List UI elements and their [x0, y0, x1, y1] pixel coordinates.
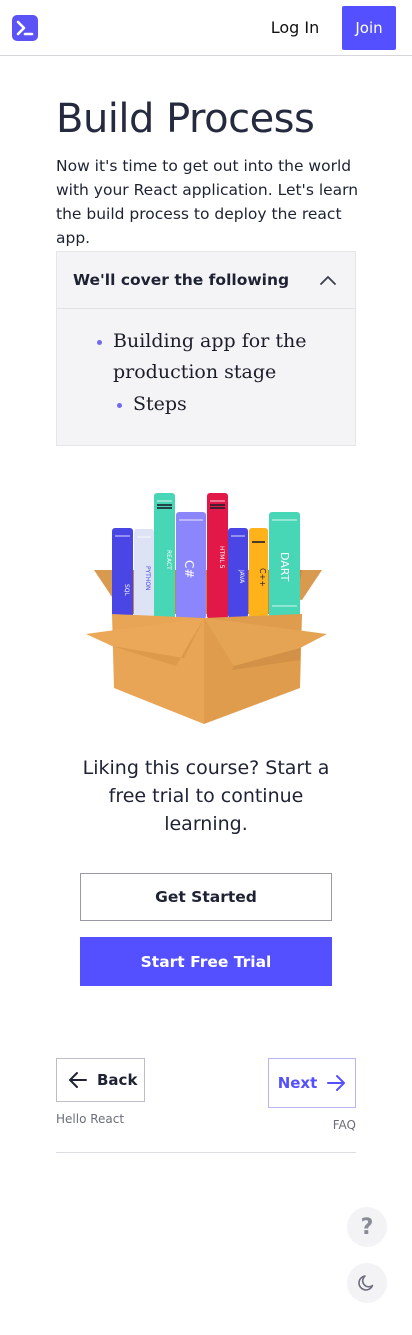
- book-label-sql: SQL: [123, 584, 130, 597]
- book-label-html5: HTML 5: [218, 546, 225, 569]
- book-label-react: REACT: [165, 550, 172, 570]
- book-label-dart: DART: [278, 552, 291, 582]
- back-button-label: Back: [97, 1071, 138, 1089]
- lesson-intro: Now it's time to get out into the world …: [56, 157, 359, 247]
- terminal-icon[interactable]: [12, 15, 38, 41]
- books-in-box-illustration: SQL PYTHON REACT C# HTML 5 JAVA C++ DART: [86, 493, 327, 724]
- chevron-up-icon[interactable]: [319, 273, 337, 287]
- moon-icon: [358, 1275, 374, 1291]
- previous-lesson-title[interactable]: Hello React: [56, 1112, 124, 1126]
- join-button[interactable]: Join: [342, 6, 396, 50]
- lesson-outline-accordion: We'll cover the following Building app f…: [56, 251, 356, 446]
- book-label-java: JAVA: [238, 569, 245, 584]
- help-button[interactable]: ?: [347, 1207, 387, 1247]
- get-started-button[interactable]: Get Started: [80, 873, 332, 921]
- book-label-csharp: C#: [182, 560, 196, 578]
- top-navbar: Log In Join: [0, 0, 412, 56]
- book-label-python: PYTHON: [144, 566, 151, 591]
- accordion-header[interactable]: We'll cover the following: [57, 252, 355, 309]
- theme-toggle-button[interactable]: [347, 1263, 387, 1303]
- login-button[interactable]: Log In: [260, 6, 330, 49]
- book-label-cpp: C++: [258, 568, 267, 587]
- bullet-dot: [117, 403, 122, 408]
- topic-item-building-app[interactable]: Building app for the production stage: [113, 326, 313, 388]
- question-icon: ?: [360, 1214, 374, 1240]
- start-free-trial-button[interactable]: Start Free Trial: [80, 937, 332, 986]
- accordion-title: We'll cover the following: [73, 271, 290, 289]
- next-lesson-title[interactable]: FAQ: [322, 1118, 356, 1132]
- arrow-left-icon: [69, 1072, 87, 1088]
- arrow-right-icon: [327, 1075, 346, 1091]
- next-button-label: Next: [277, 1074, 318, 1092]
- back-button[interactable]: Back: [56, 1058, 145, 1102]
- bullet-dot: [97, 340, 102, 345]
- topic-item-steps[interactable]: Steps: [133, 389, 187, 420]
- trial-promo-text: Liking this course? Start a free trial t…: [82, 757, 330, 835]
- next-button[interactable]: Next: [268, 1058, 356, 1108]
- page-title: Build Process: [56, 96, 315, 142]
- section-divider: [56, 1152, 356, 1153]
